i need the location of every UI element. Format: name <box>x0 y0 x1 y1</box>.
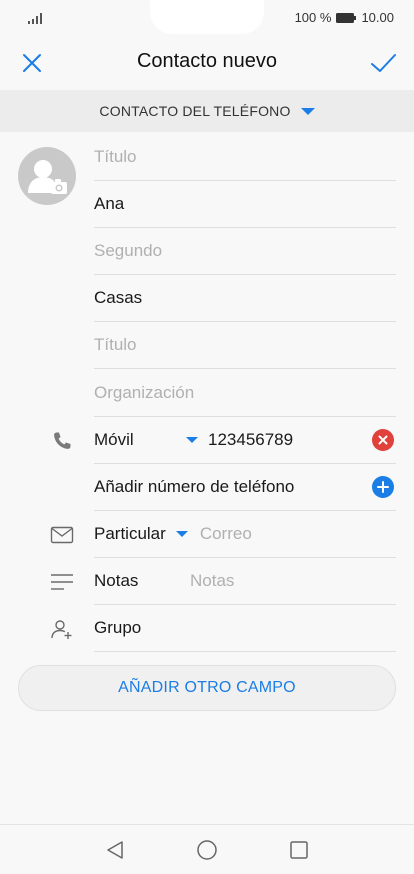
suffix-placeholder: Título <box>94 335 137 354</box>
middle-name-placeholder: Segundo <box>94 241 163 260</box>
battery-icon <box>336 12 357 23</box>
clock: 10.00 <box>361 10 394 25</box>
plus-icon <box>377 481 389 493</box>
group-label: Grupo <box>94 618 142 637</box>
avatar-photo-button[interactable] <box>18 147 76 205</box>
recent-apps-icon[interactable] <box>289 840 309 860</box>
phone-icon <box>54 432 71 449</box>
organization-placeholder: Organización <box>94 383 195 402</box>
first-name-value: Ana <box>94 194 125 213</box>
notes-icon <box>51 574 73 590</box>
phone-number-value[interactable]: 123456789 <box>208 430 293 450</box>
phone-type-select[interactable]: Móvil <box>94 430 198 450</box>
email-row: Particular Correo <box>94 511 396 558</box>
add-photo-icon <box>28 160 67 194</box>
mail-icon <box>50 526 74 544</box>
back-icon[interactable] <box>104 839 126 861</box>
first-name-field[interactable]: Ana <box>94 181 396 228</box>
notes-row: Notas Notas <box>94 558 396 605</box>
suffix-field[interactable]: Título <box>94 322 396 369</box>
dropdown-arrow-icon <box>300 107 315 115</box>
group-icon <box>51 620 72 639</box>
camera-notch <box>150 0 264 34</box>
add-field-button[interactable]: AÑADIR OTRO CAMPO <box>18 665 396 711</box>
notes-label: Notas <box>94 571 139 590</box>
phone-row: Móvil 123456789 <box>94 417 396 464</box>
email-type-label: Particular <box>94 524 166 543</box>
clear-phone-button[interactable] <box>372 429 394 451</box>
status-right: 100 % 10.00 <box>295 10 394 25</box>
add-phone-row[interactable]: Añadir número de teléfono <box>94 464 396 511</box>
prefix-placeholder: Título <box>94 147 137 166</box>
email-input[interactable]: Correo <box>200 524 252 544</box>
organization-field[interactable]: Organización <box>94 370 396 417</box>
notes-input[interactable]: Notas <box>190 571 234 591</box>
account-selector[interactable]: CONTACTO DEL TELÉFONO <box>0 90 414 132</box>
email-type-select[interactable]: Particular <box>94 524 188 544</box>
email-type-arrow-icon <box>175 531 188 537</box>
add-phone-label: Añadir número de teléfono <box>94 477 295 496</box>
middle-name-field[interactable]: Segundo <box>94 228 396 275</box>
last-name-field[interactable]: Casas <box>94 275 396 322</box>
status-bar: 100 % 10.00 <box>0 0 414 36</box>
prefix-field[interactable]: Título <box>94 134 396 181</box>
phone-type-label: Móvil <box>94 430 134 449</box>
phone-type-arrow-icon <box>186 437 198 443</box>
home-icon[interactable] <box>196 839 218 861</box>
close-icon <box>378 435 388 445</box>
add-phone-button[interactable] <box>372 476 394 498</box>
check-icon[interactable] <box>368 49 398 77</box>
battery-percent: 100 % <box>294 10 332 25</box>
signal-icon <box>28 13 42 24</box>
title-bar: Contacto nuevo <box>0 36 414 90</box>
group-row[interactable]: Grupo <box>94 605 396 652</box>
account-label: CONTACTO DEL TELÉFONO <box>99 103 291 119</box>
last-name-value: Casas <box>94 288 143 307</box>
page-title: Contacto nuevo <box>136 50 278 72</box>
navigation-bar <box>0 824 414 874</box>
